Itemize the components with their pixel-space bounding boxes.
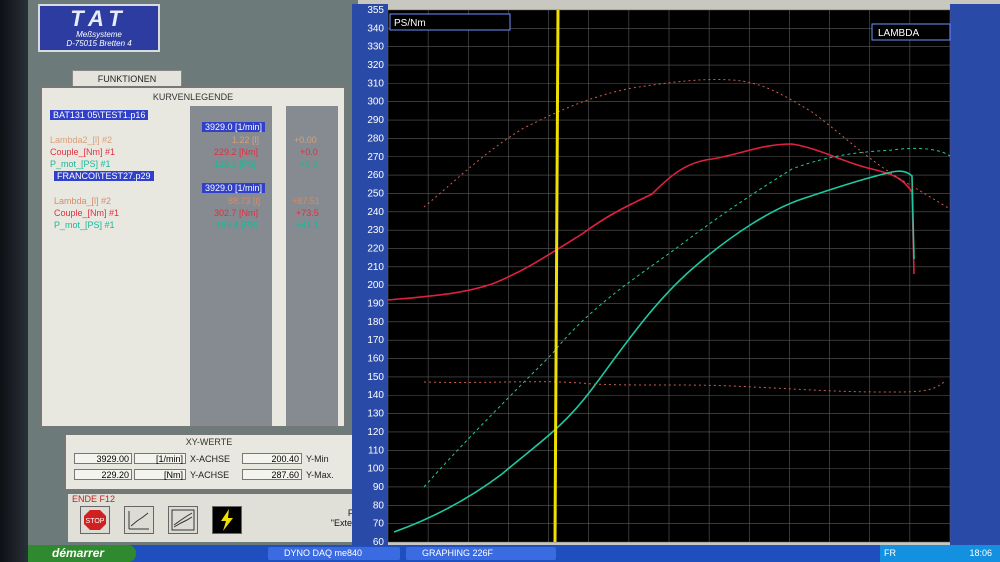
y-axis-label: Y-ACHSE [190,470,230,480]
logo-line2: D-75015 Bretten 4 [66,39,132,48]
legend-row-couple2-name: Couple_[Nm] #1 [54,208,120,218]
legend-row-pmot1-name: P_mot_[PS] #1 [50,159,111,169]
language-indicator[interactable]: FR [884,545,896,562]
left-tick-label: 250 [367,188,384,199]
legend-rpm-2: 3929.0 [1/min] [202,183,266,193]
graph-button[interactable] [124,506,154,534]
left-tick-label: 320 [367,60,384,71]
legend-row-couple2-value: 302.7 [Nm] [214,208,259,218]
left-tick-label: 330 [367,42,384,53]
legend-row-lambda2-delta: +0.00 [294,135,317,145]
legend-file-1[interactable]: BAT131 05\TEST1.p16 [50,110,149,120]
left-tick-label: 90 [373,482,385,493]
legend-rpm-1: 3929.0 [1/min] [202,122,266,132]
x-value-field[interactable]: 3929.00 [74,453,132,464]
compare-button[interactable] [168,506,198,534]
legend-row-pmot1-delta: +0.0 [300,159,318,169]
start-button[interactable]: démarrer [28,545,136,562]
left-tick-label: 100 [367,464,384,475]
y-min-field[interactable]: 200.40 [242,453,302,464]
y-max-label: Y-Max. [306,470,334,480]
left-tick-label: 340 [367,23,384,34]
svg-text:STOP: STOP [86,518,105,525]
legend-row-lambda2-value: 1.22 [l] [232,135,260,145]
stop-button[interactable]: STOP [80,506,110,534]
left-tick-label: 190 [367,299,384,310]
y-min-label: Y-Min [306,454,329,464]
monitor-screen: TAT Meßsysteme D-75015 Bretten 4 FUNKTIO… [0,0,1000,562]
legend-row-pmot1-value: 128.3 [PS] [214,159,257,169]
monitor-bezel [0,0,28,562]
ende-label: ENDE F12 [72,494,116,504]
company-logo: TAT Meßsysteme D-75015 Bretten 4 [38,4,160,52]
x-axis-label: X-ACHSE [190,454,231,464]
legend-title: KURVENLEGENDE [152,92,234,102]
y-max-field[interactable]: 287.60 [242,469,302,480]
left-tick-label: 220 [367,243,384,254]
logo-title: TAT [70,6,128,31]
left-tick-label: 230 [367,225,384,236]
left-tick-label: 200 [367,280,384,291]
logo-line1: Meßsysteme [76,30,122,39]
legend-row-couple1-delta: +0.0 [300,147,318,157]
left-tick-label: 180 [367,317,384,328]
left-tick-label: 310 [367,78,384,89]
taskbar-item-graphing[interactable]: GRAPHING 226F [406,547,556,560]
left-axis-title: PS/Nm [394,18,426,29]
dyno-chart: 355 340 330 320 310 300 290 280 270 260 250 240 230 2… [352,4,1000,545]
taskbar-item-dyno[interactable]: DYNO DAQ me840 [268,547,400,560]
left-tick-label: 260 [367,170,384,181]
external-button[interactable] [212,506,242,534]
function-bar: ENDE F12 STOP F11 - "External.bat" [68,494,385,542]
legend-row-pmot2-value: 169.4 [PS] [216,220,259,230]
legend-row-couple2-delta: +73.5 [296,208,319,218]
xy-title: XY-WERTE [185,437,233,447]
left-tick-label: 290 [367,115,384,126]
left-tick-label: 130 [367,409,384,420]
left-tick-label: 70 [373,519,385,530]
legend-row-pmot2-name: P_mot_[PS] #1 [54,220,115,230]
legend-row-lambda-name: Lambda_[l] #2 [54,196,112,206]
left-tick-label: 150 [367,372,384,383]
left-tick-label: 140 [367,390,384,401]
left-tick-label: 300 [367,97,384,108]
lightning-icon [221,509,233,531]
xy-values-panel: XY-WERTE 3929.00 [1/min] X-ACHSE 200.40 … [64,433,354,491]
legend-row-pmot2-delta: +41.1 [296,220,319,230]
clock: 18:06 [969,548,992,558]
y-unit-field: [Nm] [134,469,186,480]
legend-row-lambda2-name: Lambda2_[l] #2 [50,135,113,145]
chart-icon [128,511,149,530]
left-tick-label: 355 [367,5,384,16]
system-tray: FR 18:06 [880,545,1000,562]
legend-row-lambda-value: 88.73 [l] [228,196,261,206]
left-tick-label: 280 [367,133,384,144]
stop-icon: STOP [84,510,106,530]
curve-legend-panel: KURVENLEGENDE BAT131 05\TEST1.p16 3929.0… [40,86,346,428]
taskbar: démarrer DYNO DAQ me840 GRAPHING 226F FR… [28,545,1000,562]
legend-file-2[interactable]: FRANCOI\TEST27.p29 [54,171,154,181]
left-tick-label: 80 [373,500,385,511]
left-tick-label: 210 [367,262,384,273]
legend-row-lambda-delta: +87.51 [292,196,320,206]
y-value-field[interactable]: 229.20 [74,469,132,480]
tab-funktionen[interactable]: FUNKTIONEN [72,70,182,87]
left-tick-label: 120 [367,427,384,438]
left-tick-label: 60 [373,537,385,545]
legend-row-couple1-value: 229.2 [Nm] [214,147,259,157]
right-axis-title: LAMBDA [878,28,919,39]
left-tick-label: 270 [367,152,384,163]
left-tick-label: 240 [367,207,384,218]
left-tick-label: 170 [367,335,384,346]
chart-svg: 355 340 330 320 310 300 290 280 270 260 250 240 230 2… [367,5,951,545]
legend-row-couple1-name: Couple_[Nm] #1 [50,147,116,157]
x-unit-field: [1/min] [134,453,186,464]
left-tick-label: 110 [368,445,384,456]
left-tick-label: 160 [367,354,384,365]
compare-chart-icon [171,509,195,531]
